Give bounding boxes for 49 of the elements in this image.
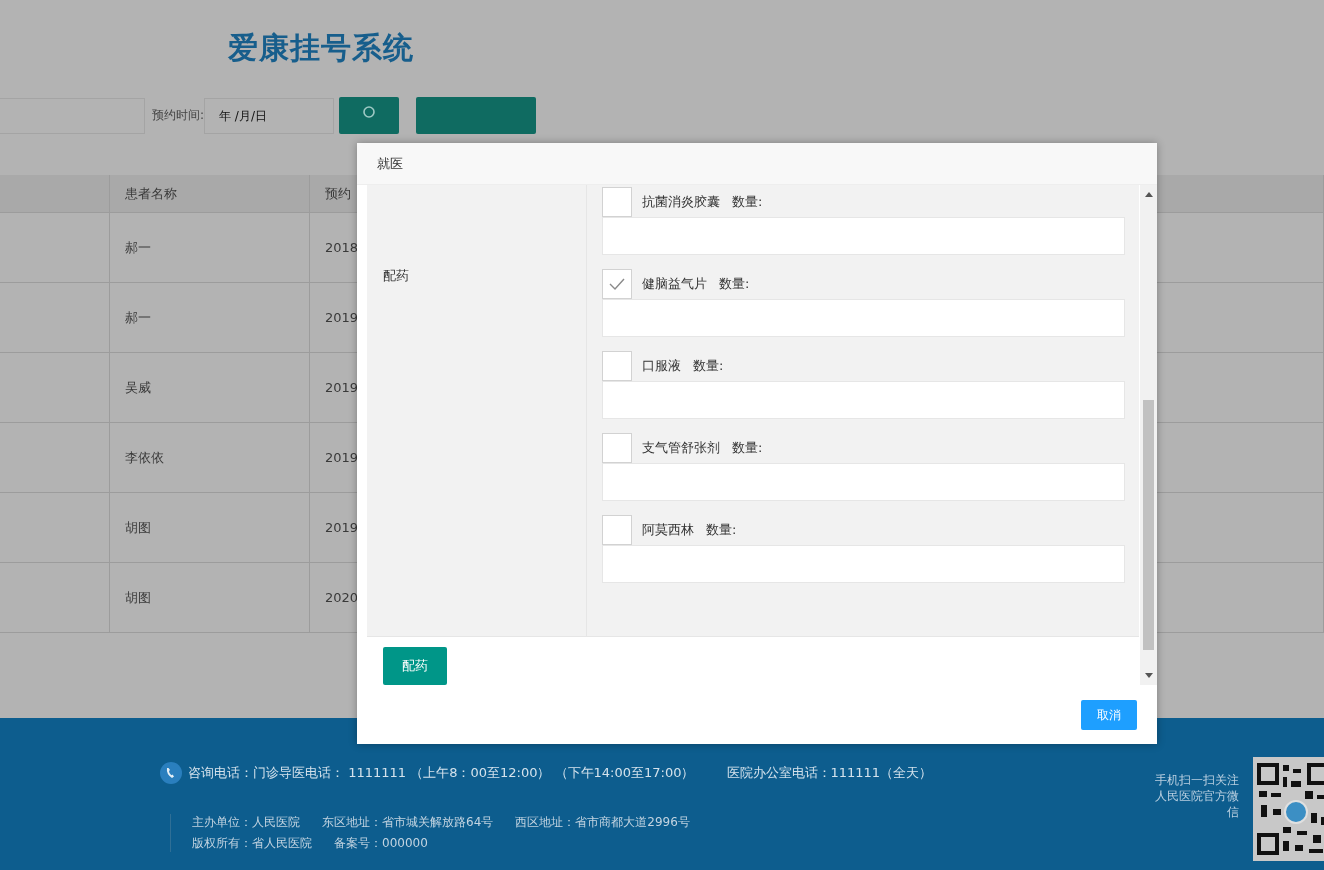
quantity-label: 数量: [732,193,763,211]
footer-info-text: 东区地址：省市城关解放路64号 [322,814,494,831]
quantity-field[interactable] [602,299,1125,337]
table-cell: 郝一 [110,283,310,353]
system-title: 爱康挂号系统 [228,29,414,67]
scrollbar[interactable] [1140,185,1157,685]
column-header: 患者名称 [110,175,310,213]
date-field[interactable]: 年 /月/日 [204,97,335,134]
dialog-title: 就医 [377,154,403,173]
checkbox[interactable] [602,433,632,463]
date-label: 预约时间: [152,107,205,124]
checkbox[interactable] [602,187,632,217]
scrollbar-thumb[interactable] [1143,400,1154,650]
checkbox[interactable] [602,351,632,381]
checkbox[interactable] [602,515,632,545]
qr-caption: 手机扫一扫关注人民医院官方微信 [1154,772,1239,820]
table-cell: 郝一 [110,213,310,283]
phone-icon [160,762,182,784]
form-label: 配药 [383,268,409,283]
caret-up-icon[interactable] [1144,191,1153,197]
footer-info-text: 主办单位：人民医院 [192,814,300,831]
medicine-name: 支气管舒张剂 [642,439,720,457]
search-icon [362,105,377,119]
table-cell: 吴威 [110,353,310,423]
medicine-name: 阿莫西林 [642,521,694,539]
table-cell: 胡图 [110,563,310,633]
check-icon [608,277,626,291]
cancel-button[interactable]: 取消 [1081,700,1137,730]
quantity-label: 数量: [706,521,737,539]
footer-info-text: 西区地址：省市商都大道2996号 [515,814,690,831]
logout-button[interactable] [416,97,537,134]
medicine-name: 口服液 [642,357,681,375]
quantity-field[interactable] [602,463,1125,501]
checkbox[interactable] [602,269,632,299]
medicine-name: 抗菌消炎胶囊 [642,193,720,211]
quantity-field[interactable] [602,545,1125,583]
consult-phone-text: 咨询电话：门诊导医电话： 1111111 （上午8：00至12:00） （下午14:00至17:00） [188,764,695,782]
table-cell: 胡图 [110,493,310,563]
quantity-field[interactable] [602,217,1125,255]
quantity-label: 数量: [693,357,724,375]
dispense-button[interactable]: 配药 [383,647,447,685]
quantity-field[interactable] [602,381,1125,419]
caret-down-icon[interactable] [1144,673,1153,679]
footer-info-text: 备案号：000000 [334,835,428,852]
table-cell: 李依依 [110,423,310,493]
office-phone-text: 医院办公室电话：111111（全天） [726,764,933,782]
quantity-label: 数量: [732,439,763,457]
footer-info-text: 版权所有：省人民医院 [192,835,312,852]
search-button[interactable] [339,97,400,134]
